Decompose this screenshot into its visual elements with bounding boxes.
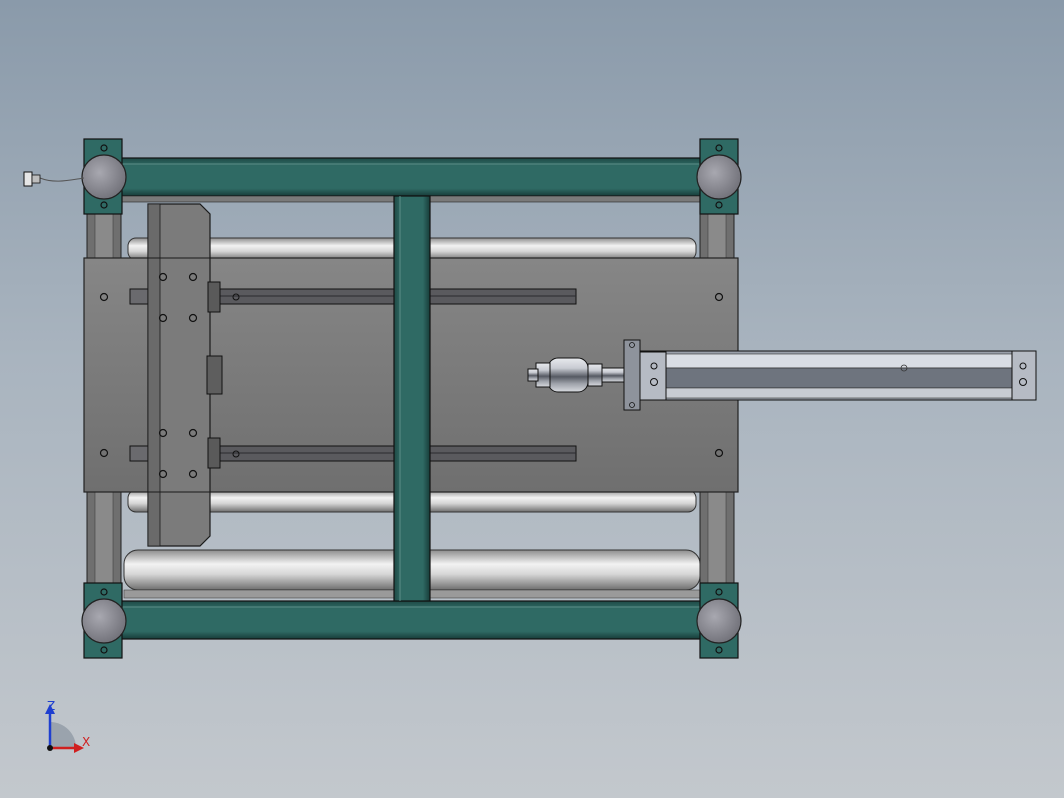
- triad-origin: [47, 745, 53, 751]
- assembly-drawing: Z X: [23, 138, 1037, 753]
- corner-foot-bottom-right: [696, 582, 742, 659]
- axis-triad: Z X: [45, 699, 90, 753]
- corner-foot-bottom-left: [81, 582, 127, 659]
- z-axis-label: Z: [47, 699, 55, 713]
- x-axis-label: X: [82, 735, 90, 749]
- sensor-cable: [23, 171, 85, 187]
- triad-plane: [50, 722, 76, 748]
- frame-center-beam: [393, 195, 431, 602]
- corner-foot-top-right: [696, 138, 742, 215]
- corner-foot-top-left: [81, 138, 127, 215]
- frame-bottom-rail: [103, 600, 719, 640]
- cad-viewport[interactable]: Z X: [0, 0, 1064, 798]
